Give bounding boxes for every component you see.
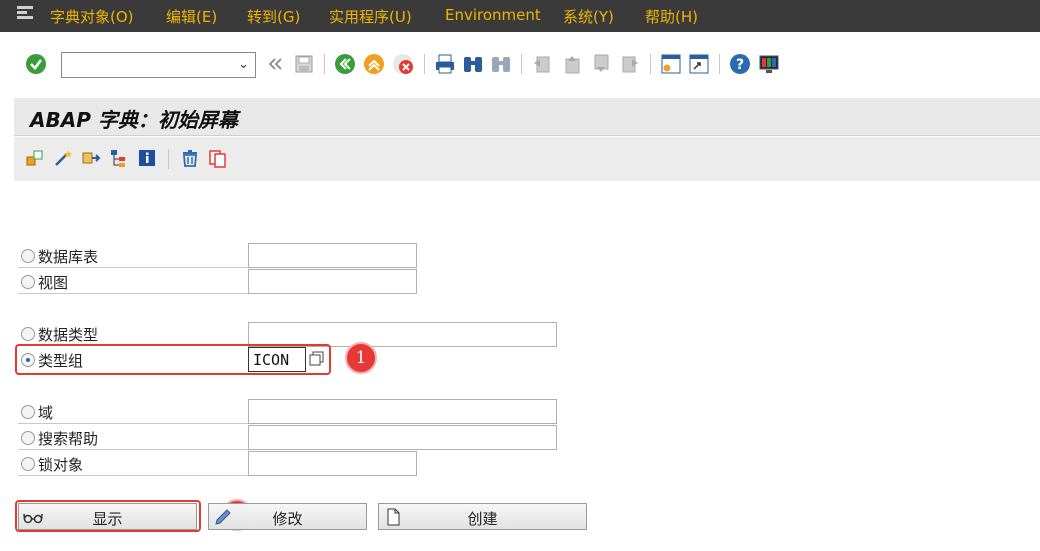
new-session-icon[interactable] [660,53,682,75]
option-view: 视图 [18,271,258,294]
find-next-icon[interactable] [490,53,512,75]
back-icon[interactable] [334,53,356,75]
option-label: 视图 [38,274,69,292]
option-label: 域 [38,404,54,422]
radio-lock-object[interactable] [21,457,35,471]
layout-icon[interactable] [758,53,780,75]
shortcut-icon[interactable] [688,53,710,75]
option-data-type: 数据类型 [18,323,258,346]
prev-page-icon[interactable] [561,53,583,75]
chevron-down-icon[interactable]: ⌄ [238,57,249,72]
system-menu-icon[interactable] [16,5,34,21]
change-button[interactable]: 修改 [208,503,367,530]
standard-toolbar: ⌄ ? [0,32,1040,98]
other-object-icon[interactable] [24,147,46,169]
last-page-icon[interactable] [619,53,641,75]
exit-icon[interactable] [363,53,385,75]
option-search-help: 搜索帮助 [18,427,258,450]
radio-search-help[interactable] [21,431,35,445]
enter-icon[interactable] [25,53,47,75]
search-help-field[interactable] [248,425,557,450]
application-toolbar [14,137,1040,181]
menu-utilities[interactable]: 实用程序(U) [329,6,412,27]
menu-help[interactable]: 帮助(H) [645,6,698,27]
domain-field[interactable] [248,399,557,424]
command-field[interactable]: ⌄ [61,52,256,78]
collapse-icon[interactable] [264,53,286,75]
option-database-table: 数据库表 [18,245,258,268]
first-page-icon[interactable] [531,53,553,75]
database-table-field[interactable] [248,243,417,268]
create-button[interactable]: 创建 [378,503,587,530]
change-label: 修改 [272,510,303,528]
radio-data-type[interactable] [21,327,35,341]
option-label: 锁对象 [38,456,84,474]
menu-system[interactable]: 系统(Y) [563,6,614,27]
cancel-icon[interactable] [392,53,414,75]
radio-database-table[interactable] [21,249,35,263]
page-title: ABAP 字典：初始屏幕 [30,108,238,132]
menu-environment[interactable]: Environment [445,6,541,24]
copy-icon[interactable] [207,147,229,169]
save-icon[interactable] [293,53,315,75]
type-group-highlight [15,344,331,375]
view-field[interactable] [248,269,417,294]
option-label: 数据类型 [38,326,99,344]
menu-dictionary-object[interactable]: 字典对象(O) [50,6,134,27]
option-label: 数据库表 [38,248,99,266]
title-bar: ABAP 字典：初始屏幕 [14,98,1040,136]
option-lock-object: 锁对象 [18,453,258,476]
lock-object-field[interactable] [248,451,417,476]
step-1-badge: 1 [345,342,377,374]
info-icon[interactable] [136,147,158,169]
option-domain: 域 [18,401,258,424]
next-page-icon[interactable] [590,53,612,75]
menu-edit[interactable]: 编辑(E) [166,6,217,27]
magic-wand-icon[interactable] [52,147,74,169]
svg-text:?: ? [736,57,744,73]
print-icon[interactable] [434,53,456,75]
find-icon[interactable] [462,53,484,75]
radio-domain[interactable] [21,405,35,419]
delete-icon[interactable] [179,147,201,169]
option-label: 搜索帮助 [38,430,99,448]
menu-bar: 字典对象(O) 编辑(E) 转到(G) 实用程序(U) Environment … [0,0,1040,32]
help-icon[interactable]: ? [729,53,751,75]
radio-view[interactable] [21,275,35,289]
display-highlight [15,500,201,532]
create-label: 创建 [467,510,498,528]
hierarchy-icon[interactable] [108,147,130,169]
where-used-icon[interactable] [80,147,102,169]
menu-goto[interactable]: 转到(G) [247,6,300,27]
